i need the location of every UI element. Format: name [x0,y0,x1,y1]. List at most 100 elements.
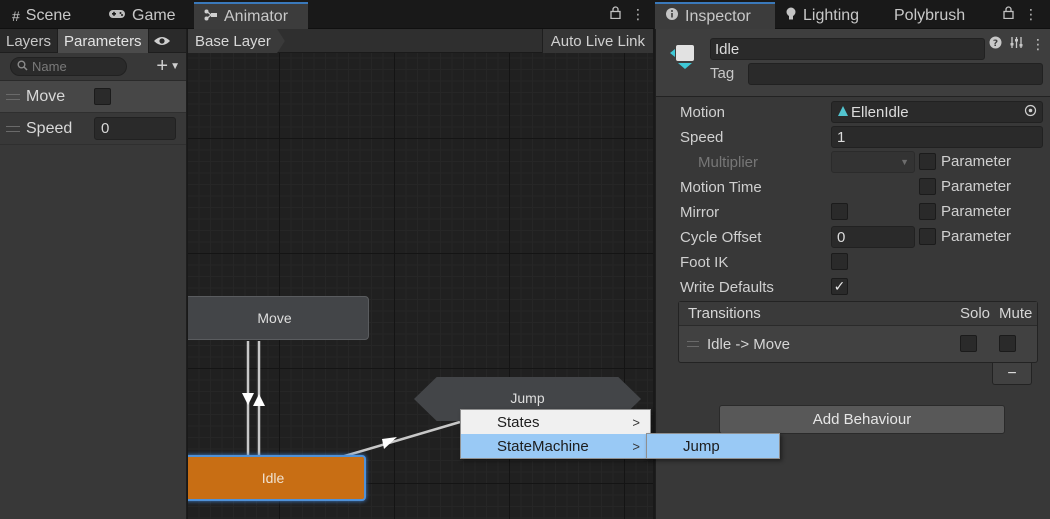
inspector-header: Idle Tag ? ⋮ [656,29,1050,97]
state-node-idle[interactable]: Idle [188,455,366,501]
mirror-parameter-checkbox[interactable] [919,203,936,220]
tab-scene-label: Scene [25,7,72,24]
multiplier-label: Multiplier [698,153,759,171]
transitions-list: Transitions Solo Mute Idle -> Move [678,301,1038,363]
speed-label: Speed [680,128,724,146]
foot-ik-checkbox[interactable] [831,253,848,270]
motion-value: EllenIdle [851,103,909,121]
menu-item-label: States [497,413,540,431]
auto-live-link-button[interactable]: Auto Live Link [541,29,653,53]
eye-icon[interactable] [149,29,175,52]
solo-column-label: Solo [960,305,991,322]
chevron-down-icon: ▼ [900,157,909,167]
graph-toolbar: Base Layer Auto Live Link [188,29,653,53]
tab-animator[interactable]: Animator [194,2,308,29]
right-tab-strip: Inspector Lighting Polybrush ⋮ [655,0,1050,29]
left-strip-buttons: ⋮ [610,6,645,23]
transition-idle-to-jump [337,420,461,460]
param-row-speed[interactable]: Speed 0 [0,113,186,145]
transition-row[interactable]: Idle -> Move [679,326,1037,362]
multiplier-parameter-checkbox[interactable] [919,153,936,170]
context-menu: States > StateMachine > [460,409,651,459]
speed-field[interactable]: 1 [831,126,1043,148]
header-icons: ? ⋮ [989,36,1045,53]
chevron-right-icon: > [632,438,640,454]
mute-checkbox[interactable] [999,335,1016,352]
lock-icon[interactable] [610,6,621,23]
tab-inspector-label: Inspector [685,7,751,25]
transitions-header: Transitions Solo Mute [679,302,1037,326]
state-machine-label: Jump [510,390,545,406]
drag-handle-icon[interactable] [687,341,699,347]
motion-field[interactable]: EllenIdle [831,101,1043,123]
motion-time-label: Motion Time [680,178,762,196]
help-icon[interactable]: ? [989,36,1002,53]
submenu-item-jump[interactable]: Jump [647,434,779,458]
param-search-row: Name + ▼ [0,53,186,81]
parameter-label: Parameter [941,203,1012,220]
cycle-offset-label: Cycle Offset [680,228,762,246]
foot-ik-label: Foot IK [680,253,729,271]
tab-scene[interactable]: # Scene [2,3,81,29]
tag-field[interactable] [748,63,1043,85]
motion-time-parameter-checkbox[interactable] [919,178,936,195]
multiplier-dropdown: ▼ [831,151,915,173]
object-picker-icon[interactable] [1024,104,1037,121]
tab-lighting[interactable]: Lighting [775,3,869,29]
param-search-input[interactable]: Name [10,57,127,76]
param-speed-field[interactable]: 0 [94,117,176,140]
mute-column-label: Mute [999,305,1033,322]
more-options-icon[interactable]: ⋮ [631,6,645,23]
param-row-move[interactable]: Move [0,81,186,113]
write-defaults-label: Write Defaults [680,278,774,296]
state-name-field[interactable]: Idle [710,38,985,60]
arrow-down-icon [242,393,254,405]
param-name: Move [26,87,66,105]
tab-layers[interactable]: Layers [0,29,59,53]
more-options-icon[interactable]: ⋮ [1024,6,1038,23]
tag-label: Tag [710,65,735,82]
remove-transition-button[interactable]: − [992,363,1032,385]
tab-parameters[interactable]: Parameters [58,29,149,53]
cycle-offset-parameter-checkbox[interactable] [919,228,936,245]
gamepad-icon [108,7,126,25]
tab-game-label: Game [132,7,176,24]
parameter-label: Parameter [941,153,1012,170]
lock-icon[interactable] [1003,6,1014,23]
search-placeholder: Name [32,59,67,74]
cycle-offset-field[interactable]: 0 [831,226,915,248]
mirror-checkbox[interactable] [831,203,848,220]
parameters-panel: Layers Parameters Name + ▼ Move Speed 0 [0,29,187,519]
add-behaviour-button[interactable]: Add Behaviour [719,405,1005,434]
panel-subtabs: Layers Parameters [0,29,186,53]
more-options-icon[interactable]: ⋮ [1031,36,1045,53]
add-parameter-button[interactable]: + ▼ [156,55,180,78]
tab-game[interactable]: Game [98,3,186,29]
plus-icon: + [156,55,169,77]
tab-polybrush[interactable]: Polybrush [884,3,975,29]
parameter-label: Parameter [941,228,1012,245]
drag-handle-icon[interactable] [6,125,20,132]
state-node-move[interactable]: Move [188,296,369,340]
preset-settings-icon[interactable] [1010,36,1023,53]
solo-checkbox[interactable] [960,335,977,352]
breadcrumb[interactable]: Base Layer [188,29,285,53]
drag-handle-icon[interactable] [6,93,20,100]
chevron-right-icon: > [632,414,640,430]
tab-inspector[interactable]: Inspector [655,2,775,29]
svg-text:?: ? [993,39,998,49]
motion-label: Motion [680,103,726,121]
checkmark-icon: ✓ [833,278,846,294]
left-tab-strip: # Scene Game Animator ⋮ [0,0,654,29]
menu-item-statemachine[interactable]: StateMachine > [461,434,650,458]
menu-item-label: StateMachine [497,437,589,455]
param-move-checkbox[interactable] [94,88,111,105]
animation-clip-icon [837,104,849,121]
menu-item-states[interactable]: States > [461,410,650,434]
parameter-label: Parameter [941,178,1012,195]
write-defaults-checkbox[interactable]: ✓ [831,278,848,295]
animator-state-icon [668,41,698,71]
mirror-label: Mirror [680,203,720,221]
tab-lighting-label: Lighting [803,7,860,24]
animator-icon [204,8,218,26]
